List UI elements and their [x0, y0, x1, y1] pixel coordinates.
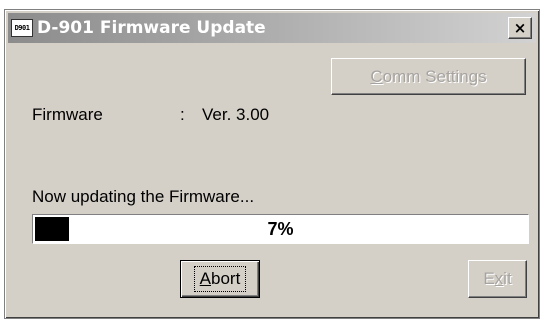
comm-settings-label: Comm Settings: [370, 66, 487, 86]
firmware-separator: :: [180, 105, 185, 124]
status-message: Now updating the Firmware...: [32, 187, 255, 206]
abort-label: Abort: [193, 266, 247, 292]
window-title: D-901 Firmware Update: [37, 18, 266, 38]
progress-percent: 7%: [267, 218, 294, 239]
close-icon: ×: [513, 19, 527, 37]
abort-button[interactable]: Abort: [180, 260, 260, 298]
app-icon: D901: [11, 19, 33, 37]
exit-button[interactable]: Exit: [468, 260, 527, 298]
progress-bar: 7%: [32, 214, 529, 244]
close-button[interactable]: ×: [508, 17, 532, 39]
title-bar[interactable]: D901 D-901 Firmware Update ×: [8, 13, 536, 43]
firmware-version: Ver. 3.00: [202, 105, 270, 124]
comm-settings-button[interactable]: Comm Settings: [331, 58, 526, 95]
firmware-update-dialog: D901 D-901 Firmware Update × Comm Settin…: [4, 9, 540, 319]
firmware-label: Firmware: [32, 105, 103, 124]
exit-label: Exit: [483, 269, 512, 288]
